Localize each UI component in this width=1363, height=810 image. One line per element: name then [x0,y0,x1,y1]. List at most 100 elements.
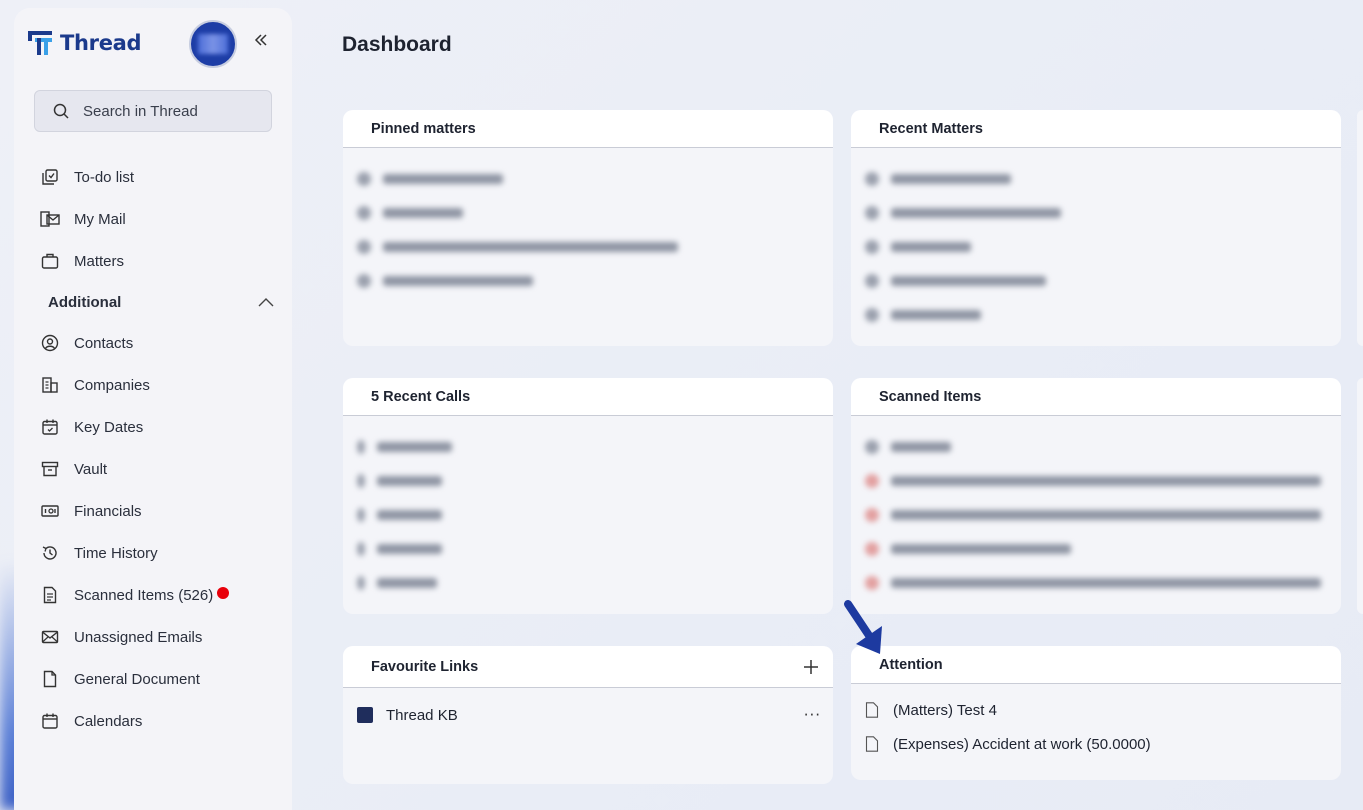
sidebar-item-label: General Document [74,670,200,688]
list-item[interactable] [357,532,819,566]
list-item[interactable] [357,498,819,532]
contact-icon [40,333,60,353]
app-name: Thread [60,31,142,55]
section-additional-toggle[interactable]: Additional [40,282,280,322]
thread-logo-icon [28,31,52,55]
card-title: Scanned Items [879,388,982,405]
sidebar-item-label: To-do list [74,168,135,186]
blurred-list [343,416,833,600]
list-item[interactable] [357,230,819,264]
scanned-items-card: Scanned Items [851,378,1341,614]
sidebar-item-contacts[interactable]: Contacts [40,322,280,364]
calendar-icon [40,417,60,437]
sidebar-item-time-history[interactable]: Time History [40,532,280,574]
list-item[interactable] [357,196,819,230]
page-title: Dashboard [342,33,452,56]
app-logo[interactable]: Thread [28,30,142,56]
card-title: 5 Recent Calls [371,388,471,405]
pinned-matters-card: Pinned matters [343,110,833,346]
sidebar-item-unassigned-emails[interactable]: Unassigned Emails [40,616,280,658]
link-favicon-icon [357,707,373,723]
chevron-up-icon [258,298,274,307]
partial-card-edge [1357,110,1363,346]
plus-icon [804,659,818,674]
document-icon [40,585,60,605]
building-icon [40,375,60,395]
sidebar-item-label: Key Dates [74,418,144,436]
list-item[interactable] [357,430,819,464]
recent-matters-card: Recent Matters [851,110,1341,346]
sidebar-item-label: Time History [74,544,158,562]
sidebar-item-general-document[interactable]: General Document [40,658,280,700]
list-item[interactable] [865,430,1327,464]
list-item[interactable] [865,464,1327,498]
sidebar-item-label: Unassigned Emails [74,628,203,646]
sidebar-item-label: Companies [74,376,150,394]
sidebar-item-vault[interactable]: Vault [40,448,280,490]
attention-item-label: (Matters) Test 4 [893,701,997,719]
file-icon [40,669,60,689]
add-link-button[interactable] [799,655,823,679]
sidebar-item-label: Vault [74,460,108,478]
list-item[interactable] [865,264,1327,298]
sidebar-item-key-dates[interactable]: Key Dates [40,406,280,448]
list-item[interactable] [357,464,819,498]
sidebar-item-label: Financials [74,502,142,520]
attention-card: Attention (Matters) Test 4 (Expenses) Ac… [851,646,1341,780]
list-item[interactable] [865,498,1327,532]
mail-icon [40,209,60,229]
list-item[interactable] [865,532,1327,566]
sidebar-item-label: My Mail [74,210,126,228]
recent-calls-card: 5 Recent Calls [343,378,833,614]
attention-item[interactable]: (Matters) Test 4 [865,693,1331,727]
sidebar-item-scanned-items[interactable]: Scanned Items (526) [40,574,280,616]
section-label: Additional [48,293,122,311]
document-icon [865,702,879,718]
sidebar: Thread To-do list My Mail Matters Additi… [14,8,292,810]
attention-item-label: (Expenses) Accident at work (50.0000) [893,735,1151,753]
document-icon [865,736,879,752]
sidebar-item-todo[interactable]: To-do list [40,156,280,198]
search-icon [53,103,69,119]
list-item[interactable] [865,298,1327,332]
history-icon [40,543,60,563]
collapse-sidebar-icon[interactable] [254,32,268,52]
list-item[interactable] [357,264,819,298]
list-item[interactable] [865,162,1327,196]
card-title: Favourite Links [371,658,479,675]
sidebar-item-companies[interactable]: Companies [40,364,280,406]
list-item[interactable] [865,566,1327,600]
partial-card-edge [1357,378,1363,614]
sidebar-item-calendars[interactable]: Calendars [40,700,280,742]
calendar-icon [40,711,60,731]
search-box[interactable] [34,90,272,132]
sidebar-nav: To-do list My Mail Matters Additional Co… [40,156,280,742]
favourite-link-item[interactable]: Thread KB ··· [357,698,823,732]
sidebar-item-label: Calendars [74,712,143,730]
avatar[interactable] [189,20,237,68]
notification-dot [217,587,230,599]
list-item[interactable] [357,162,819,196]
search-input[interactable] [83,102,253,120]
blurred-list [851,416,1341,600]
arrow-pointer-icon [844,600,882,654]
more-options-icon[interactable]: ··· [804,706,823,724]
sidebar-item-matters[interactable]: Matters [40,240,280,282]
attention-item[interactable]: (Expenses) Accident at work (50.0000) [865,727,1331,761]
blurred-list [343,148,833,298]
list-item[interactable] [357,566,819,600]
blurred-list [851,148,1341,332]
briefcase-icon [40,251,60,271]
sidebar-item-financials[interactable]: Financials [40,490,280,532]
list-item[interactable] [865,230,1327,264]
todo-icon [40,167,60,187]
link-label: Thread KB [386,706,458,724]
money-icon [40,501,60,521]
sidebar-item-label: Matters [74,252,125,270]
list-item[interactable] [865,196,1327,230]
sidebar-item-my-mail[interactable]: My Mail [40,198,280,240]
archive-icon [40,459,60,479]
envelope-icon [40,627,60,647]
card-title: Pinned matters [371,120,476,137]
card-title: Recent Matters [879,120,983,137]
